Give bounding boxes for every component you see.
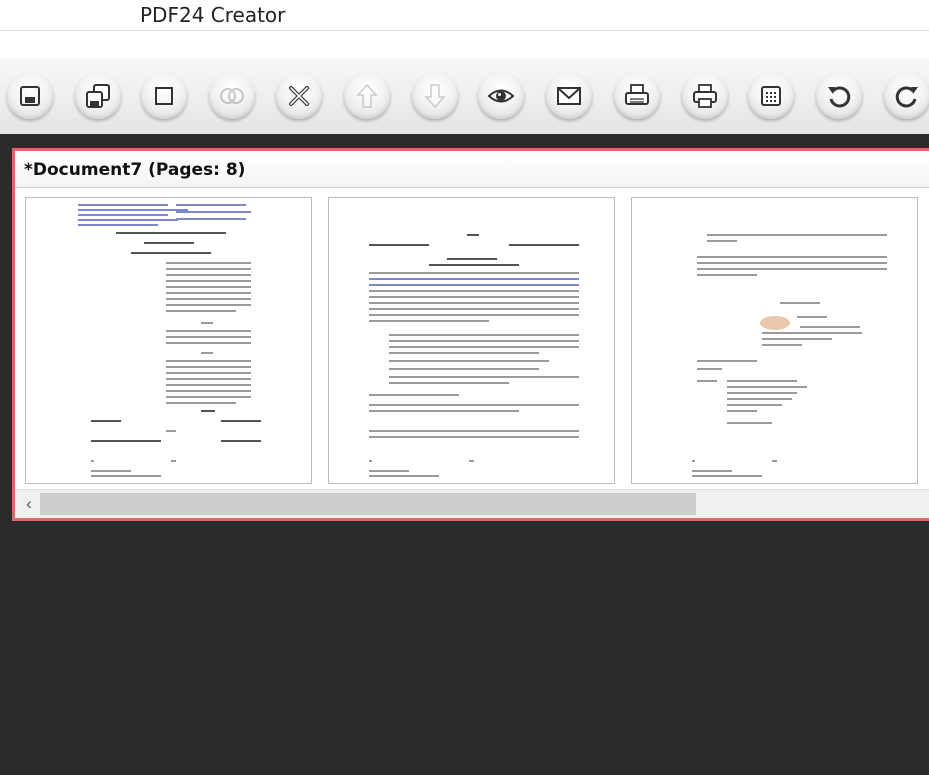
- fax-icon: [625, 84, 649, 105]
- email-button[interactable]: [546, 73, 592, 119]
- document-header: *Document7 (Pages: 8): [15, 151, 929, 188]
- scroll-left-icon[interactable]: ‹: [20, 493, 38, 515]
- close-icon: [289, 86, 309, 106]
- printer-icon: [693, 84, 717, 108]
- envelope-icon: [557, 87, 581, 105]
- save-icon: [20, 86, 40, 106]
- square-icon: [155, 87, 173, 105]
- document-title: *Document7 (Pages: 8): [24, 160, 246, 180]
- arrow-up-icon: [356, 83, 378, 108]
- merge-button[interactable]: [209, 73, 255, 119]
- move-up-button[interactable]: [344, 73, 390, 119]
- document-panel: *Document7 (Pages: 8) ‹: [12, 148, 929, 521]
- page-thumbnail-3[interactable]: [631, 197, 918, 484]
- title-bar: PDF24 Creator: [0, 0, 929, 31]
- rotate-left-button[interactable]: [816, 73, 862, 119]
- scrollbar-thumb[interactable]: [40, 493, 696, 515]
- title-band: [0, 31, 929, 59]
- move-down-button[interactable]: [412, 73, 458, 119]
- page-thumbnail-2[interactable]: [328, 197, 615, 484]
- document-inner: *Document7 (Pages: 8) ‹: [15, 151, 929, 518]
- page-thumbnail-1[interactable]: [25, 197, 312, 484]
- fax-button[interactable]: [614, 73, 660, 119]
- save-as-icon: [86, 84, 110, 108]
- calculator-icon: [761, 86, 781, 106]
- print-button[interactable]: [682, 73, 728, 119]
- preview-button[interactable]: [478, 73, 524, 119]
- eye-icon: [487, 89, 515, 103]
- toolbar: [0, 59, 929, 134]
- rotate-left-icon: [828, 86, 851, 108]
- save-button[interactable]: [7, 73, 53, 119]
- save-as-button[interactable]: [75, 73, 121, 119]
- horizontal-scrollbar[interactable]: ‹: [15, 489, 929, 518]
- delete-button[interactable]: [276, 73, 322, 119]
- merge-circles-icon: [220, 88, 244, 104]
- arrow-down-icon: [424, 84, 446, 109]
- workspace-background: [0, 521, 929, 775]
- page-thumbnails[interactable]: [15, 188, 929, 490]
- select-button[interactable]: [141, 73, 187, 119]
- app-title: PDF24 Creator: [140, 3, 286, 27]
- compress-button[interactable]: [748, 73, 794, 119]
- rotate-right-icon: [895, 86, 918, 108]
- rotate-right-button[interactable]: [884, 73, 929, 119]
